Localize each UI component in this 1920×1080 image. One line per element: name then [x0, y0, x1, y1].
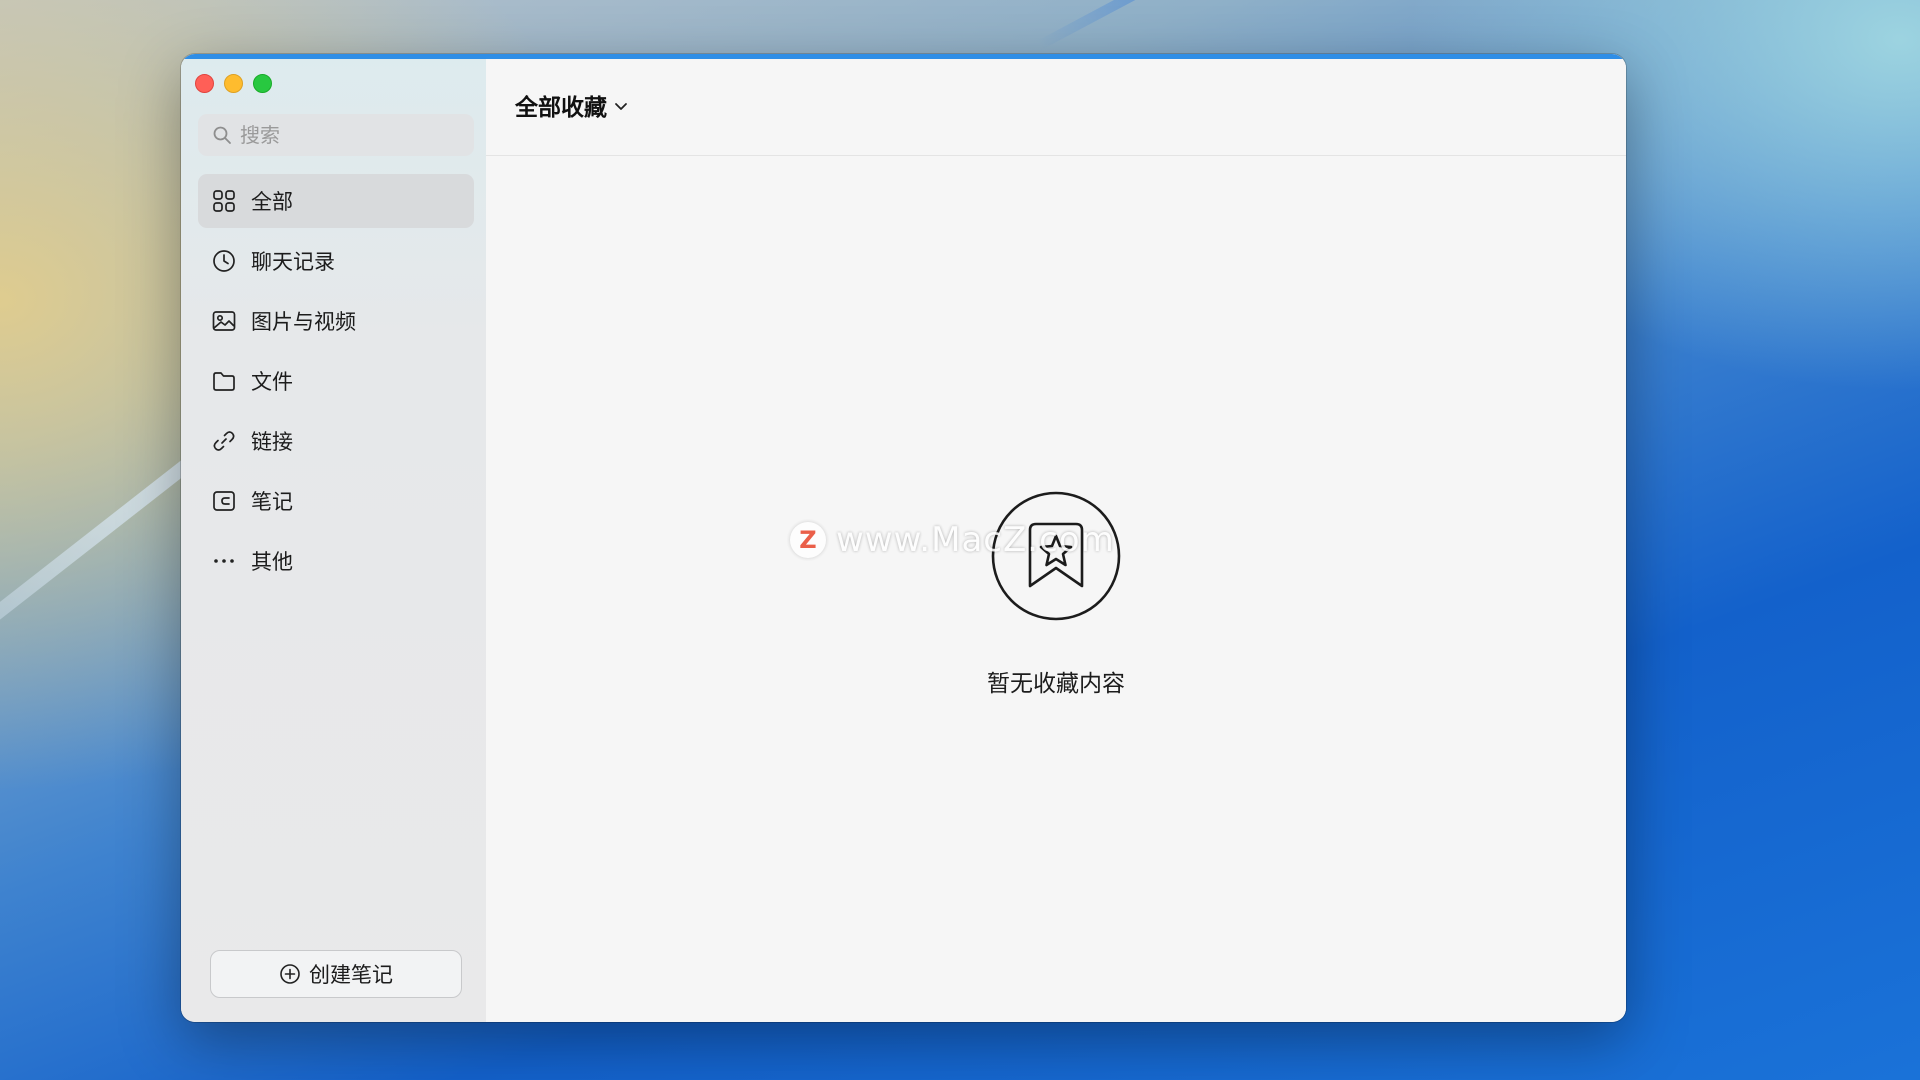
main-header: 全部收藏: [486, 54, 1626, 156]
folder-icon: [211, 368, 237, 394]
favorites-filter-dropdown[interactable]: 全部收藏: [515, 88, 629, 122]
sidebar-item-label: 笔记: [251, 490, 293, 514]
sidebar-item-label: 聊天记录: [251, 250, 335, 274]
sidebar-item-chat-history[interactable]: 聊天记录: [198, 234, 474, 288]
maximize-window-button[interactable]: [253, 74, 272, 93]
empty-state-message: 暂无收藏内容: [987, 671, 1125, 697]
sidebar-item-label: 文件: [251, 370, 293, 394]
sidebar: 全部 聊天记录 图: [181, 54, 486, 1022]
main-content: 全部收藏 暂无收藏内容: [486, 54, 1626, 1022]
plus-circle-icon: [280, 964, 300, 984]
sidebar-item-label: 图片与视频: [251, 310, 356, 334]
search-box[interactable]: [198, 114, 474, 156]
grid-icon: [211, 188, 237, 214]
sidebar-item-all[interactable]: 全部: [198, 174, 474, 228]
sidebar-item-images-videos[interactable]: 图片与视频: [198, 294, 474, 348]
empty-state: 暂无收藏内容: [486, 490, 1626, 698]
sidebar-item-label: 链接: [251, 430, 293, 454]
sidebar-item-other[interactable]: 其他: [198, 534, 474, 588]
sidebar-item-notes[interactable]: 笔记: [198, 474, 474, 528]
more-icon: [211, 548, 237, 574]
bookmark-star-icon: [991, 491, 1121, 621]
link-icon: [211, 428, 237, 454]
create-note-label: 创建笔记: [309, 963, 393, 987]
sidebar-item-label: 其他: [251, 550, 293, 574]
favorites-window: 全部 聊天记录 图: [181, 54, 1626, 1022]
create-note-button[interactable]: 创建笔记: [210, 950, 462, 998]
search-input[interactable]: [238, 122, 462, 148]
sidebar-item-links[interactable]: 链接: [198, 414, 474, 468]
window-controls: [195, 74, 272, 93]
sidebar-item-label: 全部: [251, 190, 293, 214]
minimize-window-button[interactable]: [224, 74, 243, 93]
category-nav: 全部 聊天记录 图片与视频 文件 链接 笔记 其他: [198, 174, 474, 594]
search-icon: [213, 126, 231, 144]
page-title: 全部收藏: [515, 94, 607, 121]
close-window-button[interactable]: [195, 74, 214, 93]
image-icon: [211, 308, 237, 334]
note-icon: [211, 488, 237, 514]
sidebar-item-files[interactable]: 文件: [198, 354, 474, 408]
clock-icon: [211, 248, 237, 274]
wallpaper-highlight-top: [1037, 0, 1308, 50]
chevron-down-icon: [615, 102, 627, 110]
